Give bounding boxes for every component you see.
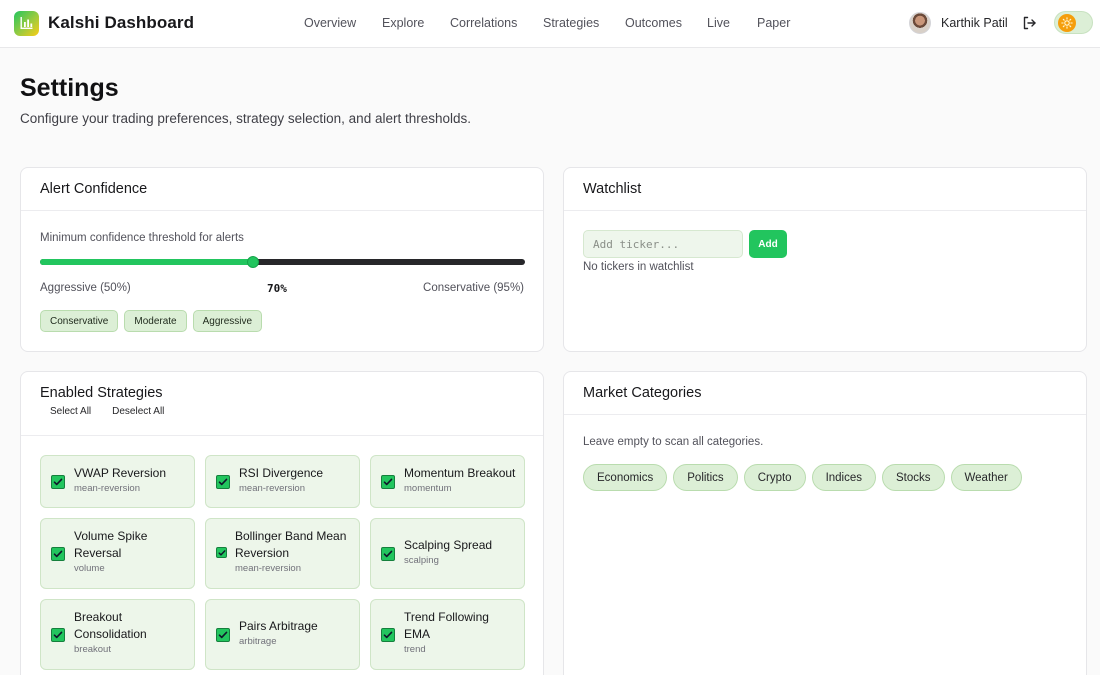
strategy-tag: momentum (404, 483, 452, 494)
preset-group: Conservative Moderate Aggressive (40, 310, 263, 332)
alert-confidence-title: Alert Confidence (40, 181, 148, 197)
range-max-label: Conservative (95%) (423, 282, 524, 294)
strategy-name: Scalping Spread (404, 538, 493, 552)
strategy-name: RSI Divergence (239, 466, 324, 480)
page-title: Settings (20, 74, 119, 102)
strategy-name: Breakout Consolidation (74, 610, 147, 641)
card-header: Market Categories (564, 372, 1086, 415)
slider-fill (40, 259, 254, 265)
slider-thumb[interactable] (247, 256, 260, 268)
nav-paper[interactable]: Paper (757, 16, 790, 30)
strategy-tag: breakout (74, 644, 111, 655)
strategy-name: Trend Following EMA (404, 610, 489, 641)
strategy-card-vwap-reversion[interactable]: VWAP Reversion mean-reversion (40, 455, 195, 508)
preset-aggressive-button[interactable]: Aggressive (192, 310, 263, 332)
strategy-name: Volume Spike Reversal (74, 529, 148, 560)
user-name: Karthik Patil (941, 16, 1008, 30)
category-chip-politics[interactable]: Politics (673, 464, 738, 491)
check-icon[interactable] (381, 628, 395, 642)
strategy-card-breakout-consolidation[interactable]: Breakout Consolidation breakout (40, 599, 195, 670)
strategies-title: Enabled Strategies (40, 385, 163, 401)
confidence-value: 70% (267, 282, 287, 295)
category-chip-weather[interactable]: Weather (950, 464, 1022, 491)
strategy-card-momentum-breakout[interactable]: Momentum Breakout momentum (370, 455, 525, 508)
card-header: Alert Confidence (21, 168, 543, 211)
strategy-tag: volume (74, 563, 105, 574)
strategy-tag: arbitrage (239, 636, 277, 647)
watchlist-card: Watchlist Add No tickers in watchlist (563, 167, 1087, 352)
strategy-card-scalping-spread[interactable]: Scalping Spread scalping (370, 518, 525, 589)
nav-outcomes[interactable]: Outcomes (625, 16, 682, 30)
card-header: Watchlist (564, 168, 1086, 211)
strategy-card-pairs-arbitrage[interactable]: Pairs Arbitrage arbitrage (205, 599, 360, 670)
top-navbar: Kalshi Dashboard Overview Explore Correl… (0, 0, 1100, 48)
ticker-input[interactable] (583, 230, 743, 258)
category-chip-crypto[interactable]: Crypto (743, 464, 806, 491)
confidence-slider[interactable] (40, 256, 525, 268)
nav-correlations[interactable]: Correlations (450, 16, 517, 30)
categories-note: Leave empty to scan all categories. (583, 436, 764, 448)
check-icon[interactable] (381, 547, 395, 561)
logout-icon[interactable] (1021, 15, 1037, 31)
card-header: Enabled Strategies Select All Deselect A… (21, 372, 543, 436)
sun-icon (1058, 14, 1076, 32)
check-icon[interactable] (51, 547, 65, 561)
nav-strategies[interactable]: Strategies (543, 16, 599, 30)
watchlist-empty-text: No tickers in watchlist (583, 261, 694, 273)
preset-moderate-button[interactable]: Moderate (124, 310, 187, 332)
strategy-card-bollinger-band-mean-reversion[interactable]: Bollinger Band Mean Reversion mean-rever… (205, 518, 360, 589)
strategy-name: Momentum Breakout (404, 466, 516, 480)
market-categories-title: Market Categories (583, 385, 702, 401)
alert-confidence-card: Alert Confidence Minimum confidence thre… (20, 167, 544, 352)
check-icon[interactable] (216, 475, 230, 489)
strategy-tag: mean-reversion (235, 563, 301, 574)
check-icon[interactable] (216, 628, 230, 642)
check-icon[interactable] (51, 475, 65, 489)
nav-explore[interactable]: Explore (382, 16, 424, 30)
range-min-label: Aggressive (50%) (40, 282, 131, 294)
deselect-all-button[interactable]: Deselect All (112, 406, 164, 417)
add-ticker-button[interactable]: Add (749, 230, 787, 258)
category-chip-stocks[interactable]: Stocks (882, 464, 945, 491)
nav-overview[interactable]: Overview (304, 16, 356, 30)
user-menu[interactable]: Karthik Patil (909, 12, 1008, 34)
category-chip-economics[interactable]: Economics (583, 464, 668, 491)
check-icon[interactable] (381, 475, 395, 489)
theme-toggle[interactable] (1054, 11, 1093, 34)
preset-conservative-button[interactable]: Conservative (40, 310, 119, 332)
strategy-name: VWAP Reversion (74, 466, 167, 480)
watchlist-title: Watchlist (583, 181, 642, 197)
strategy-name: Bollinger Band Mean Reversion (235, 529, 347, 560)
enabled-strategies-card: Enabled Strategies Select All Deselect A… (20, 371, 544, 675)
strategy-card-rsi-divergence[interactable]: RSI Divergence mean-reversion (205, 455, 360, 508)
confidence-label: Minimum confidence threshold for alerts (40, 232, 244, 244)
strategy-name: Pairs Arbitrage (239, 619, 318, 633)
category-chips: Economics Politics Crypto Indices Stocks… (583, 464, 1022, 491)
category-chip-indices[interactable]: Indices (811, 464, 876, 491)
avatar (909, 12, 931, 34)
check-icon[interactable] (51, 628, 65, 642)
check-icon[interactable] (216, 547, 227, 558)
strategy-card-trend-following-ema[interactable]: Trend Following EMA trend (370, 599, 525, 670)
market-categories-card: Market Categories Leave empty to scan al… (563, 371, 1087, 675)
nav-live[interactable]: Live (707, 16, 730, 30)
page-subtitle: Configure your trading preferences, stra… (20, 111, 471, 126)
strategy-tag: trend (404, 644, 426, 655)
strategy-tag: mean-reversion (74, 483, 140, 494)
strategy-tag: scalping (404, 555, 439, 566)
select-all-button[interactable]: Select All (50, 406, 91, 417)
strategy-tag: mean-reversion (239, 483, 305, 494)
strategy-card-volume-spike-reversal[interactable]: Volume Spike Reversal volume (40, 518, 195, 589)
selection-actions: Select All Deselect All (50, 406, 164, 417)
